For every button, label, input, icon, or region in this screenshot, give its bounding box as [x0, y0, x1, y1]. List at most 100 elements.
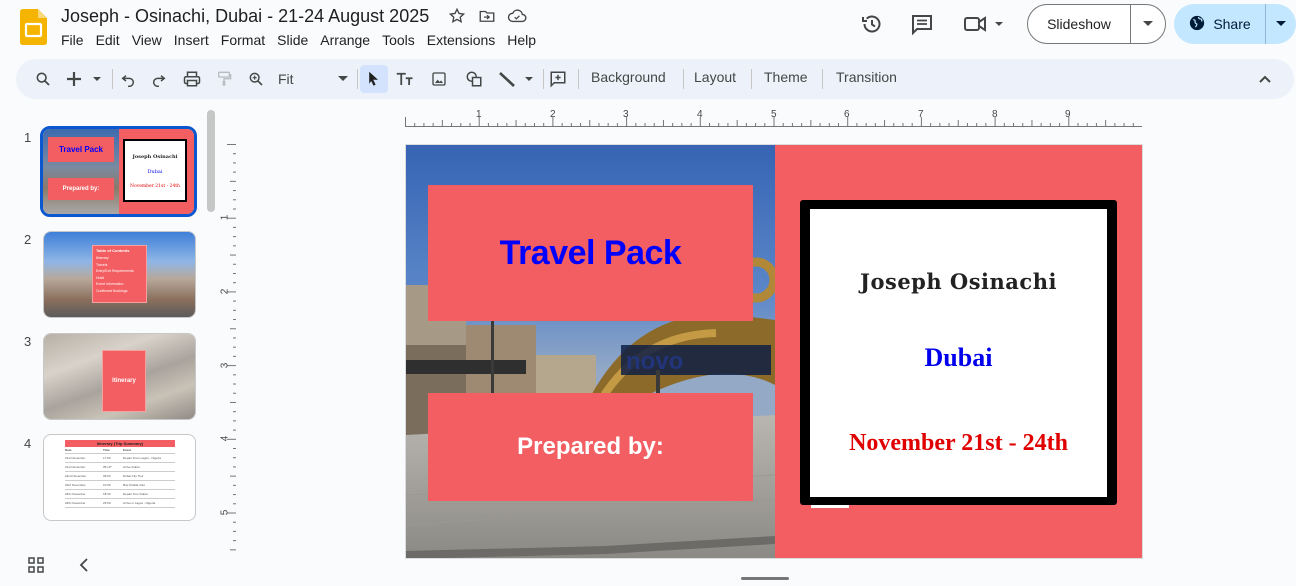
collapse-filmstrip-icon[interactable] — [78, 557, 90, 578]
zoom-select[interactable]: Fit — [274, 67, 352, 91]
ruler-label: 5 — [219, 509, 231, 516]
ruler-label: 7 — [918, 109, 924, 120]
menu-insert[interactable]: Insert — [168, 31, 215, 50]
ruler-label: 1 — [219, 214, 231, 221]
move-to-folder-icon[interactable] — [477, 6, 497, 26]
text-box-icon[interactable] — [394, 67, 416, 91]
toolbar: Fit Background Layout Theme Transition — [16, 59, 1294, 99]
ruler-label: 8 — [992, 109, 998, 120]
slideshow-dropdown-icon[interactable] — [1131, 5, 1165, 43]
travel-dates[interactable]: November 21st - 24th — [810, 430, 1107, 457]
prepared-by-box[interactable]: Prepared by: — [428, 393, 753, 501]
meet-camera-icon[interactable] — [962, 10, 1008, 38]
select-tool-icon[interactable] — [360, 65, 388, 93]
document-title[interactable]: Joseph - Osinachi, Dubai - 21-24 August … — [61, 6, 429, 27]
menu-help[interactable]: Help — [501, 31, 542, 50]
filmstrip-scrollbar[interactable] — [207, 110, 215, 212]
ruler-label: 4 — [697, 109, 703, 120]
slide-number: 3 — [24, 334, 32, 349]
menu-file[interactable]: File — [61, 31, 90, 50]
thumb4-row: 21st November 05:10* Arrive Dubai — [65, 463, 175, 472]
menu-tools[interactable]: Tools — [376, 31, 421, 50]
thumb4-row: 24th November 18:30 Depart from Dubai — [65, 490, 175, 499]
menu-slide[interactable]: Slide — [271, 31, 314, 50]
decorative-line — [811, 505, 849, 508]
star-icon[interactable] — [447, 6, 467, 26]
ruler-label: 3 — [219, 362, 231, 369]
thumb4-row: 24th November 23:50 Arrive in Lagos - Nige… — [65, 499, 175, 508]
thumb1-title: Travel Pack — [48, 137, 114, 162]
print-icon[interactable] — [181, 67, 203, 91]
thumb1-name: Joseph Osinachi — [132, 154, 178, 160]
traveler-card[interactable]: Joseph Osinachi Dubai November 21st - 24… — [800, 200, 1117, 505]
ruler-label: 2 — [219, 288, 231, 295]
thumb1-city: Dubai — [147, 169, 163, 175]
slide-thumbnail-3[interactable]: Itinerary — [43, 333, 196, 420]
slides-logo-icon[interactable] — [20, 9, 47, 45]
thumb2-heading: Table of Contents — [96, 248, 130, 253]
menu-edit[interactable]: Edit — [90, 31, 126, 50]
slide-thumbnail-1[interactable]: Travel Pack Prepared by: Joseph Osinachi… — [40, 126, 197, 217]
slideshow-button[interactable]: Slideshow — [1027, 4, 1166, 44]
cloud-saved-icon[interactable] — [507, 6, 527, 26]
insert-image-icon[interactable] — [428, 67, 450, 91]
layout-button[interactable]: Layout — [694, 69, 736, 85]
menu-format[interactable]: Format — [215, 31, 271, 50]
menu-view[interactable]: View — [126, 31, 168, 50]
add-comment-icon[interactable] — [547, 67, 569, 91]
new-slide-icon[interactable] — [64, 67, 104, 91]
thumb2-item: Confirmed Bookings — [96, 288, 128, 293]
line-tool-icon[interactable] — [497, 67, 537, 91]
share-label: Share — [1213, 16, 1251, 32]
thumb4-row: 23rd November 10:00 Burj Khalifa Visit — [65, 481, 175, 490]
zoom-value: Fit — [278, 71, 294, 87]
slideshow-label[interactable]: Slideshow — [1028, 5, 1131, 43]
share-dropdown-icon[interactable] — [1266, 4, 1296, 44]
slide-thumbnail-2[interactable]: Table of Contents Itinerary Travels Entr… — [43, 231, 196, 318]
svg-text:novo: novo — [626, 348, 683, 375]
paint-format-icon[interactable] — [213, 67, 235, 91]
version-history-icon[interactable] — [858, 10, 886, 38]
menu-bar: File Edit View Insert Format Slide Arran… — [61, 31, 542, 50]
slide-number: 4 — [24, 436, 32, 451]
shape-icon[interactable] — [463, 67, 485, 91]
ruler-label: 6 — [844, 109, 850, 120]
slide-number: 1 — [24, 130, 32, 145]
undo-icon[interactable] — [117, 67, 139, 91]
ruler-label: 1 — [476, 109, 482, 120]
ruler-label: 4 — [219, 435, 231, 442]
collapse-toolbar-icon[interactable] — [1254, 67, 1276, 91]
globe-icon — [1188, 14, 1206, 35]
share-button[interactable]: Share — [1174, 4, 1296, 44]
destination-city[interactable]: Dubai — [810, 343, 1107, 373]
zoom-dropdown-icon — [338, 76, 348, 81]
thumb3-label: Itinerary — [102, 350, 146, 412]
menu-arrange[interactable]: Arrange — [314, 31, 376, 50]
thumb1-prepared: Prepared by: — [48, 178, 114, 200]
traveler-name[interactable]: Joseph Osinachi — [810, 269, 1107, 294]
zoom-icon[interactable] — [245, 67, 267, 91]
transition-button[interactable]: Transition — [836, 69, 897, 85]
slide-number: 2 — [24, 232, 32, 247]
slide-canvas[interactable]: novo Travel Pack Prepared by: Joseph Osi… — [405, 144, 1143, 559]
ruler-label: 2 — [550, 109, 556, 120]
slide-title-box[interactable]: Travel Pack — [428, 185, 753, 321]
ruler-label: 9 — [1065, 109, 1071, 120]
thumb4-header: Time — [103, 448, 110, 452]
background-button[interactable]: Background — [591, 69, 666, 85]
grid-view-icon[interactable] — [28, 557, 44, 578]
horizontal-ruler[interactable]: 1 2 3 4 5 6 7 8 9 — [405, 109, 1142, 128]
thumb4-row: 22nd November 09:00 Dubai City Tour — [65, 472, 175, 481]
thumb4-row: 21st November 17:50 Depart From Lagos - Ni… — [65, 454, 175, 463]
comments-icon[interactable] — [908, 10, 936, 38]
theme-button[interactable]: Theme — [764, 69, 808, 85]
redo-icon[interactable] — [148, 67, 170, 91]
menu-extensions[interactable]: Extensions — [421, 31, 501, 50]
ruler-label: 3 — [623, 109, 629, 120]
vertical-ruler[interactable]: 1 2 3 4 5 — [219, 144, 236, 559]
speaker-notes-handle[interactable] — [741, 577, 789, 580]
thumb4-header: Event — [123, 448, 132, 452]
thumb4-header: Date — [65, 448, 72, 452]
slide-thumbnail-4[interactable]: Itinerary (Trip Summary) Date Time Event… — [43, 434, 196, 521]
search-menus-icon[interactable] — [32, 67, 54, 91]
